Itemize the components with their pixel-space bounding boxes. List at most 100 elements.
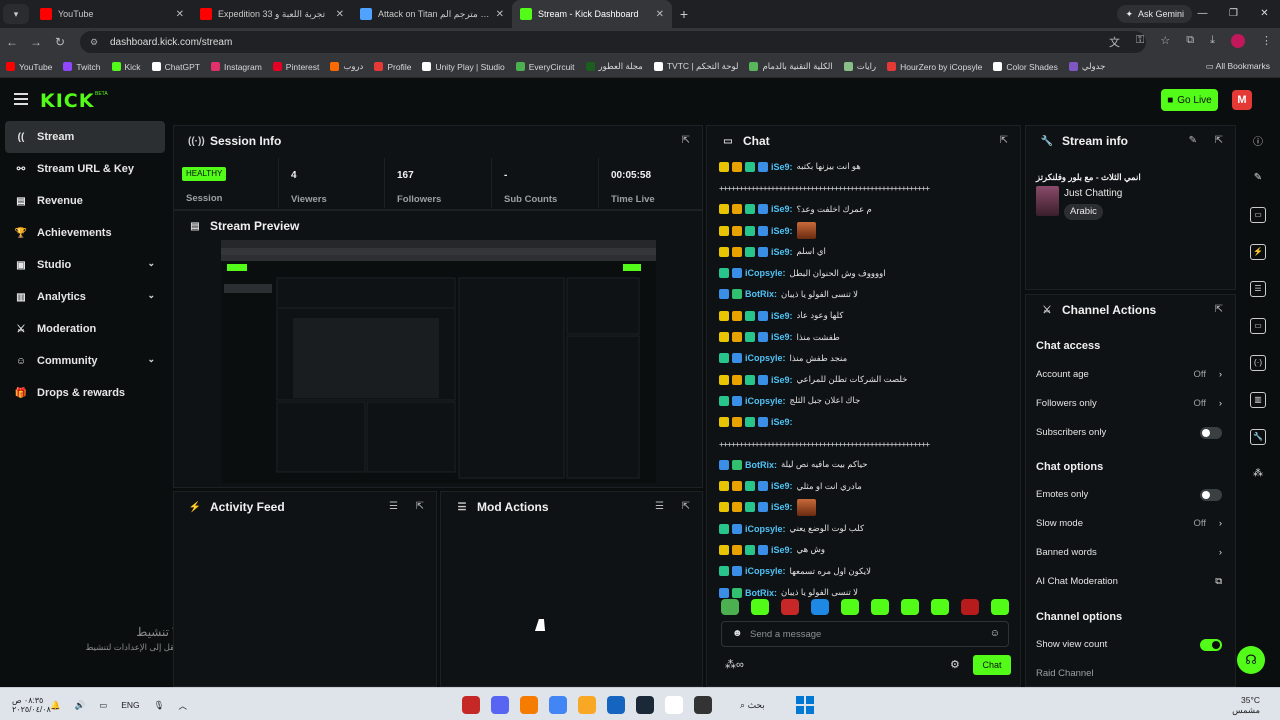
quick-emote[interactable] bbox=[751, 599, 769, 615]
bookmark-item[interactable]: Pinterest bbox=[272, 61, 319, 72]
filter-icon[interactable]: ☰ bbox=[389, 501, 398, 512]
chevron-down-icon[interactable]: ⌄ bbox=[147, 290, 155, 301]
notification-icon[interactable]: 🔔 bbox=[50, 700, 61, 712]
help-headset-icon[interactable]: ☊ bbox=[1237, 646, 1265, 674]
sidebar-item-community[interactable]: ☺ Community ⌄ bbox=[5, 345, 165, 377]
chat-username[interactable]: iCopsyle: bbox=[745, 524, 786, 534]
bookmark-item[interactable]: جدولي bbox=[1068, 61, 1105, 72]
quick-emote[interactable] bbox=[931, 599, 949, 615]
chat-username[interactable]: iSe9: bbox=[771, 226, 793, 236]
chat-username[interactable]: iSe9: bbox=[771, 247, 793, 257]
stream-info-panel-icon[interactable]: 🔧 bbox=[1240, 418, 1276, 455]
chat-username[interactable]: BotRix: bbox=[745, 588, 777, 598]
raid-channel-row[interactable]: Raid Channel bbox=[1036, 668, 1226, 682]
taskbar-app-icon[interactable] bbox=[549, 696, 567, 714]
bookmark-item[interactable]: Twitch bbox=[63, 61, 101, 72]
bookmark-item[interactable]: دروب bbox=[330, 61, 363, 72]
sidebar-item-drops-rewards[interactable]: 🎁 Drops & rewards bbox=[5, 377, 165, 409]
bookmark-item[interactable]: EveryCircuit bbox=[515, 61, 575, 72]
quick-emote[interactable] bbox=[991, 599, 1009, 615]
popout-icon[interactable]: ⇱ bbox=[416, 501, 424, 512]
menu-icon[interactable]: ⋮ bbox=[1261, 34, 1272, 50]
browser-tab[interactable]: Attack on Titan انمي مترجم الم ✕ bbox=[352, 0, 512, 28]
clock[interactable]: ٠٨:٣٥ ص ٢٠٢٥/٠٤/٠٨ bbox=[12, 696, 51, 714]
sidebar-item-moderation[interactable]: ⚔ Moderation bbox=[5, 313, 165, 345]
mod-actions-panel-icon[interactable]: ☰ bbox=[1240, 270, 1276, 307]
taskbar-app-icon[interactable] bbox=[462, 696, 480, 714]
extensions-icon[interactable]: ⧉ bbox=[1186, 34, 1194, 50]
chat-username[interactable]: iSe9: bbox=[771, 502, 793, 512]
chat-username[interactable]: iCopsyle: bbox=[745, 268, 786, 278]
chat-panel-icon[interactable]: ▭ bbox=[1240, 307, 1276, 344]
bookmark-item[interactable]: Color Shades bbox=[993, 61, 1058, 72]
bookmark-item[interactable]: Instagram bbox=[211, 61, 262, 72]
banned-words-row[interactable]: Banned words › bbox=[1036, 547, 1226, 561]
quick-emote[interactable] bbox=[781, 599, 799, 615]
info-icon[interactable]: ⓘ bbox=[1240, 122, 1276, 159]
network-icon[interactable]: ▭ bbox=[99, 700, 107, 712]
chat-username[interactable]: iSe9: bbox=[771, 332, 793, 342]
bookmark-item[interactable]: HourZero by iCopsyle bbox=[887, 61, 982, 72]
back-icon[interactable]: ← bbox=[0, 35, 24, 49]
activity-panel-icon[interactable]: ⚡ bbox=[1240, 233, 1276, 270]
chat-username[interactable]: iSe9: bbox=[771, 481, 793, 491]
tab-close-icon[interactable]: ✕ bbox=[656, 9, 664, 20]
taskbar-app-icon[interactable] bbox=[636, 696, 654, 714]
volume-icon[interactable]: 🔊 bbox=[75, 700, 86, 712]
quick-emote[interactable] bbox=[721, 599, 739, 615]
stream-preview-video[interactable] bbox=[221, 240, 656, 483]
ai-chat-moderation-row[interactable]: AI Chat Moderation ⧉ bbox=[1036, 576, 1226, 590]
tray-overflow-icon[interactable]: ︿ bbox=[178, 700, 187, 712]
tab-close-icon[interactable]: ✕ bbox=[496, 9, 504, 20]
url-input[interactable]: ⚙ dashboard.kick.com/stream bbox=[80, 31, 1146, 53]
download-icon[interactable]: ⤓ bbox=[1210, 34, 1215, 50]
bookmark-item[interactable]: مجلة العطور bbox=[585, 61, 643, 72]
chat-settings-icon[interactable]: ⚙ bbox=[950, 658, 960, 671]
bookmark-item[interactable]: Kick bbox=[111, 61, 141, 72]
popout-icon[interactable]: ⇱ bbox=[1215, 135, 1223, 146]
bookmark-item[interactable]: Unity Play | Studio bbox=[422, 61, 505, 72]
edit-icon[interactable]: ✎ bbox=[1240, 159, 1276, 196]
language-indicator[interactable]: ENG bbox=[121, 700, 139, 712]
bookmark-item[interactable]: YouTube bbox=[6, 61, 52, 72]
chat-username[interactable]: BotRix: bbox=[745, 460, 777, 470]
preview-panel-icon[interactable]: ▭ bbox=[1240, 196, 1276, 233]
chat-username[interactable]: iSe9: bbox=[771, 417, 793, 427]
bookmark-item[interactable]: TVTC | لوحة التحكم bbox=[653, 61, 738, 72]
taskbar-app-icon[interactable] bbox=[491, 696, 509, 714]
quick-emote[interactable] bbox=[841, 599, 859, 615]
sidebar-item-revenue[interactable]: ▤ Revenue bbox=[5, 185, 165, 217]
browser-tab[interactable]: YouTube ✕ bbox=[32, 0, 192, 28]
account-age-row[interactable]: Account age Off › bbox=[1036, 369, 1226, 383]
taskbar-search[interactable]: ⌕ بحث bbox=[740, 700, 765, 711]
quick-emote[interactable] bbox=[961, 599, 979, 615]
sidebar-item-achievements[interactable]: 🏆 Achievements bbox=[5, 217, 165, 249]
chevron-down-icon[interactable]: ⌄ bbox=[147, 354, 155, 365]
quick-emote[interactable] bbox=[901, 599, 919, 615]
channel-actions-panel-icon[interactable]: ⁂ bbox=[1240, 455, 1276, 492]
taskbar-app-icon[interactable] bbox=[578, 696, 596, 714]
emoji-icon[interactable]: ☺ bbox=[990, 628, 1000, 639]
chat-username[interactable]: iSe9: bbox=[771, 311, 793, 321]
bookmark-item[interactable]: الكلية التقنية بالدمام bbox=[749, 61, 833, 72]
site-info-icon[interactable]: ⚙ bbox=[90, 37, 104, 48]
windows-start-icon[interactable] bbox=[796, 696, 814, 714]
sidebar-item-stream-url-key[interactable]: ⚯ Stream URL & Key bbox=[5, 153, 165, 185]
edit-pencil-icon[interactable]: ✎ bbox=[1189, 135, 1197, 146]
tab-close-icon[interactable]: ✕ bbox=[176, 9, 184, 20]
bookmark-item[interactable]: رايات bbox=[843, 61, 876, 72]
reload-icon[interactable]: ↻ bbox=[48, 35, 72, 49]
chevron-down-icon[interactable]: ⌄ bbox=[147, 258, 155, 269]
user-avatar[interactable]: M bbox=[1232, 90, 1252, 110]
restore-icon[interactable]: ❐ bbox=[1218, 0, 1249, 28]
chat-username[interactable]: iCopsyle: bbox=[745, 396, 786, 406]
weather-widget[interactable]: 35°C مشمس bbox=[1220, 695, 1260, 715]
quick-emote[interactable] bbox=[811, 599, 829, 615]
chat-tools-icon[interactable]: ⁂∞ bbox=[725, 658, 744, 671]
popout-icon[interactable]: ⇱ bbox=[682, 501, 690, 512]
chat-username[interactable]: BotRix: bbox=[745, 289, 777, 299]
taskbar-app-icon[interactable] bbox=[607, 696, 625, 714]
bookmark-item[interactable]: ChatGPT bbox=[151, 61, 200, 72]
chat-username[interactable]: iCopsyle: bbox=[745, 566, 786, 576]
browser-tab[interactable]: Stream - Kick Dashboard ✕ bbox=[512, 0, 672, 28]
